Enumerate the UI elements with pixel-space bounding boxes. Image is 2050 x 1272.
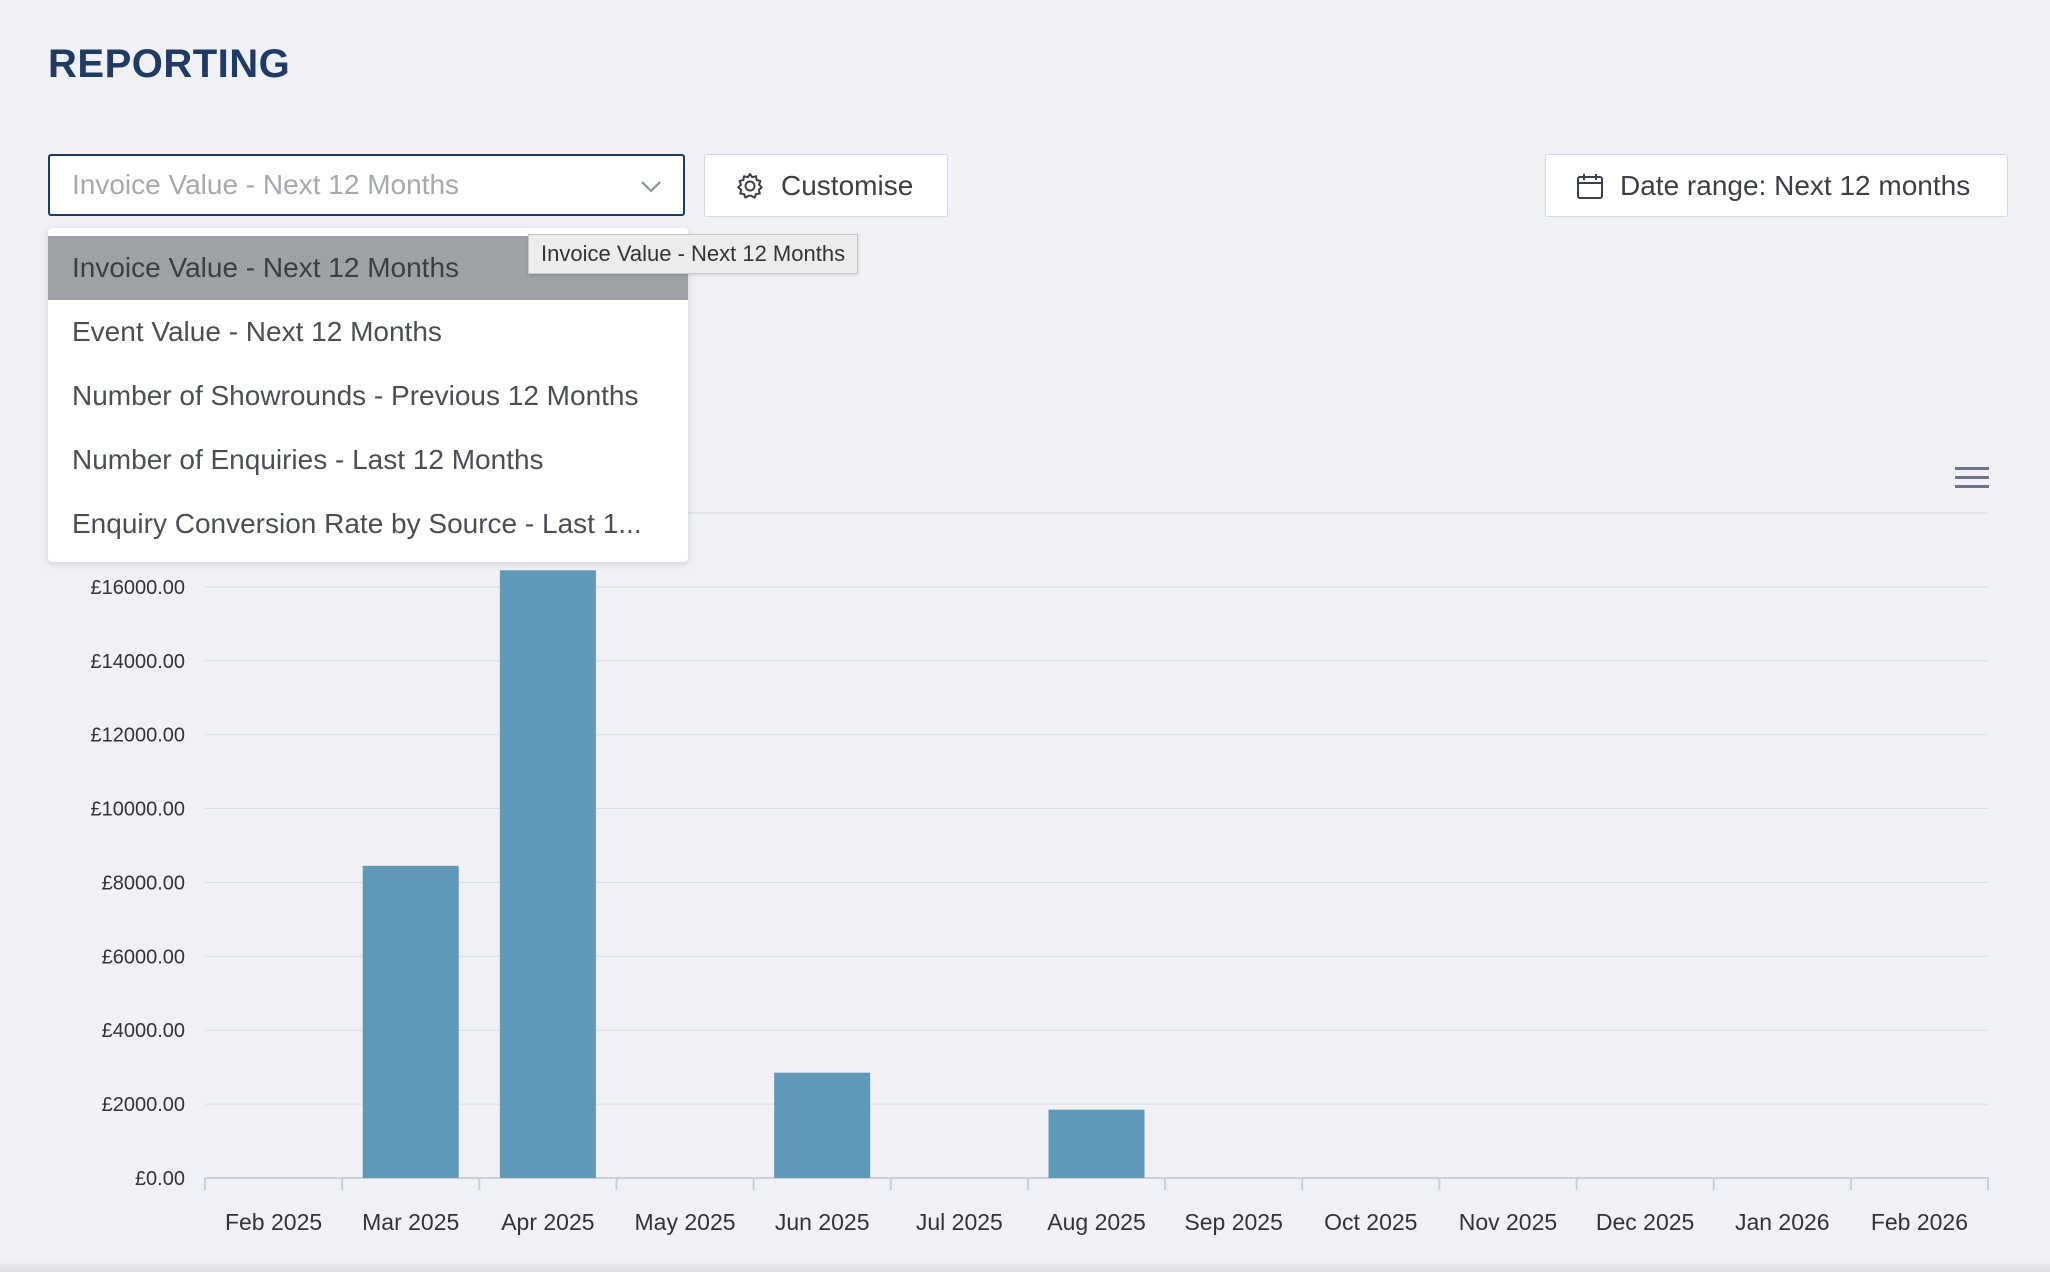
y-tick-label: £2000.00 xyxy=(102,1094,185,1116)
dropdown-option[interactable]: Event Value - Next 12 Months xyxy=(48,300,688,364)
report-select-dropdown: Invoice Value - Next 12 Months Event Val… xyxy=(48,228,688,562)
report-select-value: Invoice Value - Next 12 Months xyxy=(72,169,460,200)
x-tick-label: Jun 2025 xyxy=(775,1209,870,1235)
x-tick-label: Jan 2026 xyxy=(1735,1209,1830,1235)
bottom-edge-shadow xyxy=(0,1260,2050,1272)
x-tick-label: Dec 2025 xyxy=(1596,1209,1694,1235)
x-tick-label: Feb 2026 xyxy=(1871,1209,1968,1235)
y-tick-label: £6000.00 xyxy=(102,946,185,968)
y-tick-label: £4000.00 xyxy=(102,1020,185,1042)
gear-icon xyxy=(737,172,763,199)
y-tick-label: £12000.00 xyxy=(90,725,185,747)
x-tick-label: May 2025 xyxy=(635,1209,736,1235)
x-tick-label: Mar 2025 xyxy=(362,1209,459,1235)
y-tick-label: £0.00 xyxy=(135,1168,185,1190)
x-tick-label: Apr 2025 xyxy=(501,1209,594,1235)
chevron-down-icon xyxy=(641,181,661,193)
y-tick-label: £16000.00 xyxy=(90,577,185,599)
x-tick-label: Jul 2025 xyxy=(916,1209,1003,1235)
bar xyxy=(362,865,459,1178)
date-range-label: Date range: Next 12 months xyxy=(1620,169,1971,201)
dropdown-option[interactable]: Number of Showrounds - Previous 12 Month… xyxy=(48,364,688,428)
x-tick-label: Feb 2025 xyxy=(225,1209,322,1235)
dropdown-option[interactable]: Number of Enquiries - Last 12 Months xyxy=(48,428,688,492)
x-tick-label: Sep 2025 xyxy=(1184,1209,1282,1235)
bar xyxy=(499,570,596,1178)
date-range-button[interactable]: Date range: Next 12 months xyxy=(1545,154,2008,217)
x-tick-label: Nov 2025 xyxy=(1459,1209,1557,1235)
dropdown-option[interactable]: Enquiry Conversion Rate by Source - Last… xyxy=(48,492,688,556)
x-tick-label: Oct 2025 xyxy=(1324,1209,1417,1235)
customise-button[interactable]: Customise xyxy=(704,154,948,217)
x-tick-label: Aug 2025 xyxy=(1047,1209,1145,1235)
calendar-icon xyxy=(1577,173,1603,199)
customise-label: Customise xyxy=(781,169,914,201)
bar xyxy=(774,1072,871,1178)
bar xyxy=(1048,1109,1145,1178)
hamburger-menu-icon[interactable] xyxy=(1955,465,1989,491)
report-select[interactable]: Invoice Value - Next 12 Months xyxy=(48,154,685,216)
y-tick-label: £10000.00 xyxy=(90,799,185,821)
y-tick-label: £14000.00 xyxy=(90,651,185,673)
option-tooltip: Invoice Value - Next 12 Months xyxy=(528,234,859,274)
y-tick-label: £8000.00 xyxy=(102,872,185,894)
